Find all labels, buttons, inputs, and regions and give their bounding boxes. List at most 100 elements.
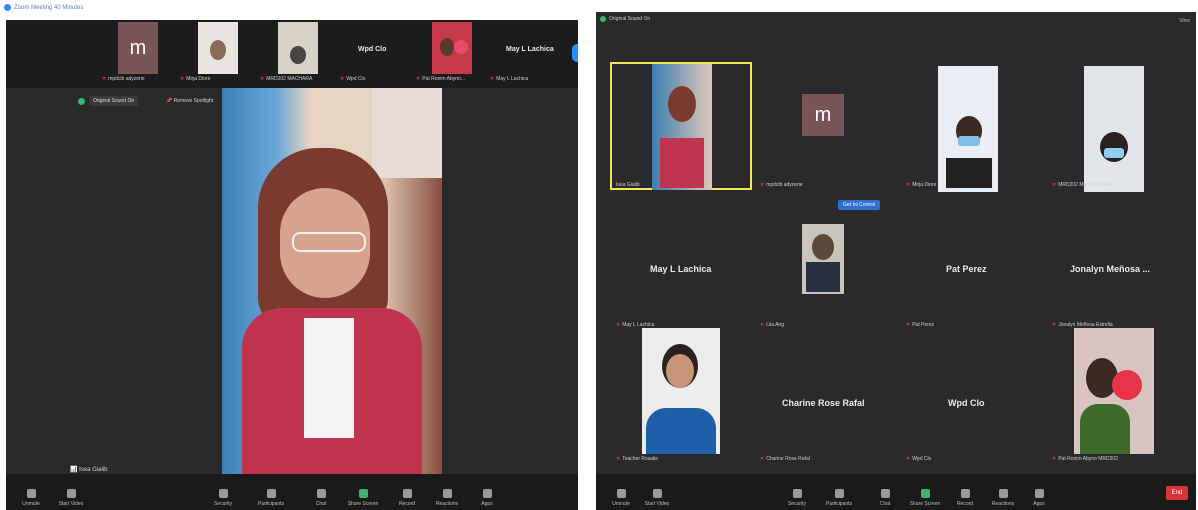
mic-muted-icon: ✕ xyxy=(416,76,421,82)
chat-button[interactable]: Chat xyxy=(304,489,338,507)
gallery-tile[interactable]: m ✕ mpdcib adyzerie xyxy=(754,62,896,190)
zoom-logo-icon xyxy=(4,4,11,11)
participants-icon xyxy=(266,489,276,498)
chat-icon xyxy=(316,489,326,498)
avatar: m xyxy=(802,94,844,136)
participant-tile-name: Jonalyn Meñosa ... xyxy=(1070,264,1151,274)
mic-muted-icon: ✕ xyxy=(616,456,621,462)
mic-muted-icon: ✕ xyxy=(260,76,265,82)
shield-icon xyxy=(218,489,228,498)
participant-name: ✕ Mirja Diore xyxy=(906,182,937,188)
record-button[interactable]: Record xyxy=(390,489,424,507)
participants-button[interactable]: Participants xyxy=(822,489,856,507)
zoom-window-gallery-view: Original Sound On View Isea Gialib m ✕ mp… xyxy=(596,12,1196,510)
mic-muted-icon: ✕ xyxy=(1052,456,1057,462)
spotlight-video xyxy=(222,88,442,474)
participant-tile-name: May L Lachica xyxy=(650,264,712,274)
security-button[interactable]: Security xyxy=(780,489,814,507)
mic-muted-icon: ✕ xyxy=(340,76,345,82)
participant-name: ✕ Wpd Clo xyxy=(340,76,366,82)
unmute-button[interactable]: Unmute xyxy=(14,489,48,507)
gallery-tile[interactable]: Charine Rose Rafal ✕ Charine Rose Rafal xyxy=(754,328,896,462)
gallery-tile[interactable]: ✕ Teacher Rosalie xyxy=(610,328,752,462)
chat-button[interactable]: Chat xyxy=(868,489,902,507)
original-sound-button[interactable]: Original Sound On xyxy=(89,96,139,106)
gallery-tile[interactable]: Pat Perez ✕ Pat Perez xyxy=(900,202,1042,330)
reactions-icon xyxy=(442,489,452,498)
participant-tile-name: Wpd Clo xyxy=(358,46,387,53)
participant-name: ✕ mpdcib adyzerie xyxy=(760,182,803,188)
remove-spotlight-button[interactable]: 📌 Remove Spotlight xyxy=(166,98,213,104)
participant-name: ✕ MRD202 Mac FMCARA xyxy=(1052,182,1112,188)
zoom-window-speaker-view: m ✕ mpdcib adyzerie ✕ Mirja Diore ✕ MRD202 … xyxy=(6,20,578,510)
gallery-tile[interactable]: ✕ Pat Ronim Abyno MRD202 xyxy=(1046,328,1188,462)
reactions-button[interactable]: Reactions xyxy=(986,489,1020,507)
window-title: Zoom Meeting 40 Minutes xyxy=(4,4,83,11)
participants-icon xyxy=(834,489,844,498)
meeting-toolbar: Unmute Start Video Security Participants… xyxy=(6,474,578,510)
participant-thumbnail[interactable] xyxy=(198,22,238,74)
security-button[interactable]: Security xyxy=(206,489,240,507)
microphone-icon xyxy=(616,489,626,498)
start-video-button[interactable]: Start Video xyxy=(54,489,88,507)
participant-thumbnail[interactable] xyxy=(432,22,472,74)
microphone-icon xyxy=(26,489,36,498)
unmute-button[interactable]: Unmute xyxy=(604,489,638,507)
end-meeting-button[interactable]: End xyxy=(1166,486,1188,500)
shield-icon xyxy=(792,489,802,498)
participant-name: ✕ Mirja Diore xyxy=(180,76,211,82)
participant-tile-name: Pat Perez xyxy=(946,264,987,274)
gallery-tile[interactable]: ✕ Mirja Diore xyxy=(900,62,1042,192)
apps-button[interactable]: Apps xyxy=(1022,489,1056,507)
participant-tile-name: May L Lachica xyxy=(506,46,554,53)
share-screen-icon xyxy=(920,489,930,498)
next-page-arrow[interactable] xyxy=(572,44,578,62)
sound-icon xyxy=(600,16,606,22)
share-screen-button[interactable]: Share Screen xyxy=(346,489,380,507)
gallery-tile[interactable]: ✕ MRD202 Mac FMCARA xyxy=(1046,62,1188,192)
participant-tile-name: Wpd Clo xyxy=(948,398,985,408)
gallery-tile[interactable]: ✕ Lila Ang xyxy=(754,202,896,330)
gallery-tile[interactable]: May L Lachica ✕ May L Lachica xyxy=(610,202,752,330)
share-screen-button[interactable]: Share Screen xyxy=(908,489,942,507)
mic-muted-icon: ✕ xyxy=(490,76,495,82)
chat-icon xyxy=(880,489,890,498)
sound-icon xyxy=(78,97,85,105)
record-icon xyxy=(960,489,970,498)
participant-thumbnail[interactable]: m xyxy=(118,22,158,74)
gallery-tile[interactable]: Jonalyn Meñosa ... ✕ Jonalyn Meñosa Estre… xyxy=(1046,202,1188,330)
gallery-tile[interactable]: Wpd Clo ✕ Wpd Clo xyxy=(900,328,1042,462)
record-icon xyxy=(402,489,412,498)
gallery-tile-active-speaker[interactable]: Isea Gialib xyxy=(610,62,752,190)
speaker-name-label: 📊 Isea Gialib xyxy=(70,467,108,473)
participants-button[interactable]: Participants xyxy=(254,489,288,507)
view-button[interactable]: View xyxy=(1179,18,1190,24)
participant-name: ✕ MRD202 MACHARA xyxy=(260,76,313,82)
mic-muted-icon: ✕ xyxy=(180,76,185,82)
participant-name: ✕ Pat Ronim Abyno MRD202 xyxy=(1052,456,1118,462)
mic-muted-icon: ✕ xyxy=(1052,182,1057,188)
participant-name: ✕ May L Lachica xyxy=(490,76,529,82)
mic-muted-icon: ✕ xyxy=(760,182,765,188)
participant-name: ✕ Charine Rose Rafal xyxy=(760,456,810,462)
camera-icon xyxy=(66,489,76,498)
apps-icon xyxy=(482,489,492,498)
mic-muted-icon: ✕ xyxy=(102,76,107,82)
original-sound-indicator[interactable]: Original Sound On xyxy=(600,16,650,22)
mic-muted-icon: ✕ xyxy=(906,182,911,188)
participant-name: ✕ Pat Ronim Abyno... xyxy=(416,76,466,82)
camera-icon xyxy=(652,489,662,498)
reactions-button[interactable]: Reactions xyxy=(430,489,464,507)
original-sound-indicator[interactable]: Original Sound On xyxy=(78,96,139,106)
start-video-button[interactable]: Start Video xyxy=(640,489,674,507)
participant-thumbnail[interactable] xyxy=(278,22,318,74)
apps-icon xyxy=(1034,489,1044,498)
participant-name: ✕ Teacher Rosalie xyxy=(616,456,659,462)
mic-muted-icon: ✕ xyxy=(760,456,765,462)
record-button[interactable]: Record xyxy=(948,489,982,507)
apps-button[interactable]: Apps xyxy=(470,489,504,507)
participant-tile-name: Charine Rose Rafal xyxy=(782,398,865,408)
thumbnail-strip: m ✕ mpdcib adyzerie ✕ Mirja Diore ✕ MRD202 … xyxy=(6,20,578,88)
participant-name: ✕ mpdcib adyzerie xyxy=(102,76,145,82)
participant-name: ✕ Wpd Clo xyxy=(906,456,932,462)
